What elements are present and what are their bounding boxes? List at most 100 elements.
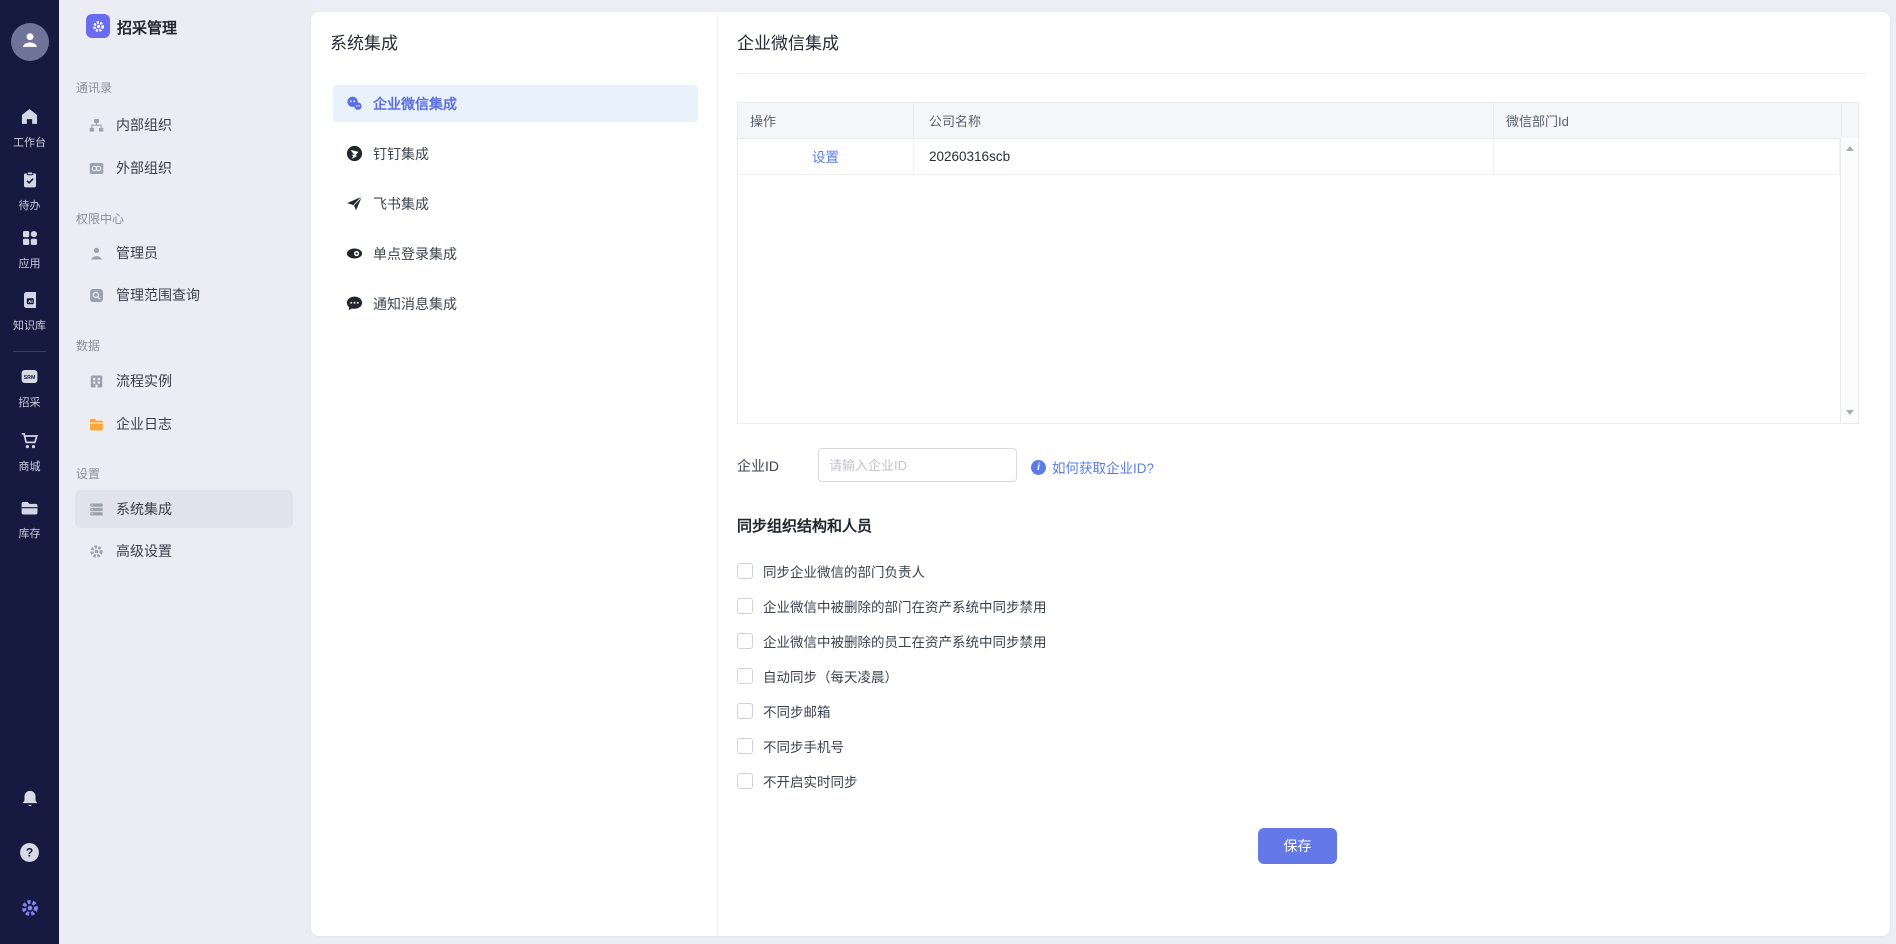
rail-item-apps[interactable]: 应用 bbox=[0, 228, 59, 270]
sidebar-item-admin[interactable]: 管理员 bbox=[75, 239, 293, 267]
sidebar-item-internal-org[interactable]: 内部组织 bbox=[75, 111, 293, 139]
sidebar-item-enterprise-log[interactable]: 企业日志 bbox=[75, 410, 293, 438]
help-button[interactable]: ? bbox=[0, 841, 59, 869]
sidebar-item-scope-query[interactable]: 管理范围查询 bbox=[75, 281, 293, 309]
section-label-data: 数据 bbox=[76, 339, 101, 353]
notifications-button[interactable] bbox=[0, 788, 59, 815]
menu-item-label: 通知消息集成 bbox=[373, 295, 457, 312]
mall-icon bbox=[19, 430, 40, 456]
sidebar-item-label: 外部组织 bbox=[116, 160, 172, 176]
wechat-dept-id-cell bbox=[1494, 138, 1840, 174]
checkbox-row-sync-dept-leader[interactable]: 同步企业微信的部门负责人 bbox=[737, 553, 1047, 588]
rail-item-mall[interactable]: 商城 bbox=[0, 430, 59, 473]
settings-button[interactable] bbox=[0, 897, 59, 924]
feishu-icon bbox=[345, 194, 364, 213]
info-icon: i bbox=[1031, 459, 1046, 475]
column-header-action: 操作 bbox=[738, 103, 914, 138]
menu-item-sso[interactable]: 单点登录集成 bbox=[333, 235, 698, 272]
panel-title: 系统集成 bbox=[330, 34, 398, 53]
scope-search-icon bbox=[88, 287, 105, 304]
checkbox[interactable] bbox=[737, 667, 753, 684]
rail-item-knowledge[interactable]: AI 知识库 bbox=[0, 290, 59, 332]
checkbox[interactable] bbox=[737, 632, 753, 649]
user-avatar[interactable] bbox=[11, 23, 49, 61]
sidebar-item-process-instance[interactable]: 流程实例 bbox=[75, 367, 293, 395]
sidebar-item-external-org[interactable]: 外部组织 bbox=[75, 154, 293, 182]
rail-item-srm[interactable]: SRM 招采 bbox=[0, 366, 59, 409]
table-header: 操作 公司名称 微信部门Id bbox=[738, 103, 1858, 139]
checkbox-row-no-sync-phone[interactable]: 不同步手机号 bbox=[737, 728, 1047, 763]
app-title: 招采管理 bbox=[117, 20, 178, 37]
svg-text:?: ? bbox=[26, 846, 33, 860]
checkbox-label: 同步企业微信的部门负责人 bbox=[763, 564, 925, 580]
help-link-text: 如何获取企业ID? bbox=[1052, 461, 1155, 476]
rail-item-inventory[interactable]: 库存 bbox=[0, 497, 59, 540]
checkbox-label: 自动同步（每天凌晨） bbox=[763, 669, 898, 685]
rail-item-label: 招采 bbox=[18, 397, 41, 409]
integration-icon bbox=[88, 501, 105, 518]
checkbox[interactable] bbox=[737, 597, 753, 614]
scroll-down-icon[interactable] bbox=[1846, 410, 1854, 415]
sidebar-item-label: 内部组织 bbox=[116, 117, 172, 133]
integration-menu-panel: 系统集成 企业微信集成 钉钉集成 飞书集成 单点登录集成 通知消息集成 bbox=[311, 12, 718, 936]
process-icon bbox=[88, 373, 105, 390]
integration-table: 操作 公司名称 微信部门Id 设置 20260316scb bbox=[737, 102, 1859, 424]
content-card: 系统集成 企业微信集成 钉钉集成 飞书集成 单点登录集成 通知消息集成 企业微信… bbox=[311, 12, 1890, 936]
folder-icon bbox=[88, 416, 105, 433]
action-cell: 设置 bbox=[738, 138, 914, 174]
checkbox-row-deleted-employee-disable[interactable]: 企业微信中被删除的员工在资产系统中同步禁用 bbox=[737, 623, 1047, 658]
sidebar-item-label: 管理员 bbox=[116, 245, 158, 261]
company-cell: 20260316scb bbox=[914, 138, 1494, 174]
menu-item-dingtalk[interactable]: 钉钉集成 bbox=[333, 135, 698, 172]
sidebar-item-label: 流程实例 bbox=[116, 373, 172, 389]
user-icon bbox=[19, 29, 41, 56]
srm-badge: SRM bbox=[24, 375, 36, 381]
column-header-wechat-dept-id: 微信部门Id bbox=[1494, 103, 1842, 138]
menu-item-label: 钉钉集成 bbox=[373, 145, 429, 162]
rail-item-label: 工作台 bbox=[13, 137, 46, 149]
link-icon bbox=[88, 160, 105, 177]
rail-item-label: 库存 bbox=[18, 528, 41, 540]
rail-divider bbox=[13, 351, 46, 352]
wechat-work-icon bbox=[345, 94, 364, 113]
checkbox-label: 不开启实时同步 bbox=[763, 774, 858, 790]
rail-item-workbench[interactable]: 工作台 bbox=[0, 106, 59, 149]
sync-options-list: 同步企业微信的部门负责人 企业微信中被删除的部门在资产系统中同步禁用 企业微信中… bbox=[737, 553, 1047, 798]
app-rail: 工作台 待办 应用 AI 知识库 SRM 招采 商城 库存 ? bbox=[0, 0, 59, 944]
corp-id-help-link[interactable]: i 如何获取企业ID? bbox=[1031, 457, 1154, 477]
checkbox[interactable] bbox=[737, 737, 753, 754]
row-settings-link[interactable]: 设置 bbox=[812, 146, 839, 166]
scroll-up-icon[interactable] bbox=[1846, 146, 1854, 151]
rail-item-label: 待办 bbox=[18, 200, 41, 212]
menu-item-wechat-work[interactable]: 企业微信集成 bbox=[333, 85, 698, 122]
question-icon: ? bbox=[18, 841, 41, 869]
corp-id-input[interactable] bbox=[818, 448, 1017, 482]
todo-icon bbox=[20, 170, 40, 195]
save-button[interactable]: 保存 bbox=[1258, 828, 1337, 864]
table-scrollbar[interactable] bbox=[1840, 138, 1858, 423]
rail-item-todo[interactable]: 待办 bbox=[0, 170, 59, 212]
app-header: 招采管理 bbox=[59, 14, 311, 40]
checkbox-row-no-realtime-sync[interactable]: 不开启实时同步 bbox=[737, 763, 1047, 798]
checkbox-row-no-sync-email[interactable]: 不同步邮箱 bbox=[737, 693, 1047, 728]
checkbox[interactable] bbox=[737, 702, 753, 719]
inventory-icon bbox=[19, 497, 40, 523]
checkbox-label: 企业微信中被删除的员工在资产系统中同步禁用 bbox=[763, 634, 1047, 650]
sidebar-item-advanced-settings[interactable]: 高级设置 bbox=[75, 537, 293, 565]
module-sidebar: 招采管理 通讯录 内部组织 外部组织 权限中心 管理员 管理范围查询 数据 流程… bbox=[59, 0, 311, 944]
sidebar-item-system-integration[interactable]: 系统集成 bbox=[75, 490, 293, 528]
home-icon bbox=[19, 106, 40, 132]
checkbox[interactable] bbox=[737, 562, 753, 579]
sidebar-item-label: 高级设置 bbox=[116, 543, 172, 559]
knowledge-icon: AI bbox=[20, 290, 40, 315]
menu-item-feishu[interactable]: 飞书集成 bbox=[333, 185, 698, 222]
checkbox-row-deleted-dept-disable[interactable]: 企业微信中被删除的部门在资产系统中同步禁用 bbox=[737, 588, 1047, 623]
sidebar-item-label: 系统集成 bbox=[116, 501, 172, 517]
checkbox[interactable] bbox=[737, 772, 753, 789]
sidebar-item-label: 管理范围查询 bbox=[116, 287, 200, 303]
checkbox-row-auto-sync[interactable]: 自动同步（每天凌晨） bbox=[737, 658, 1047, 693]
table-row: 设置 20260316scb bbox=[738, 138, 1840, 175]
menu-item-notify-message[interactable]: 通知消息集成 bbox=[333, 285, 698, 322]
menu-item-label: 单点登录集成 bbox=[373, 245, 457, 262]
corp-id-label: 企业ID bbox=[737, 458, 779, 474]
